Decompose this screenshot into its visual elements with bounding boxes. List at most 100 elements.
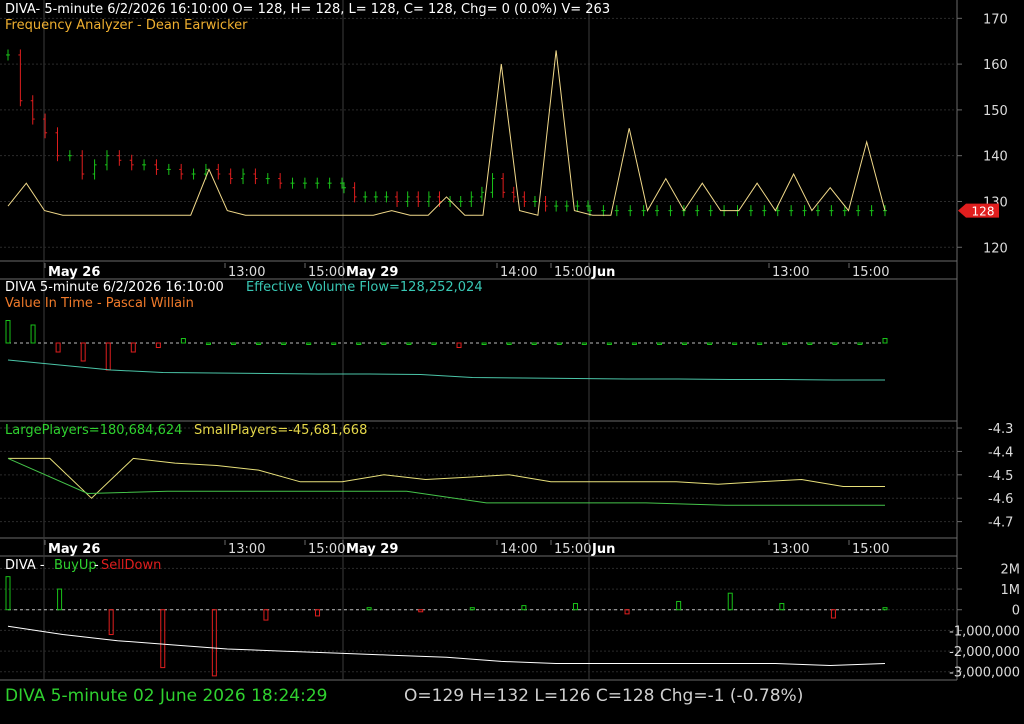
panel1-indicator: Frequency Analyzer - Dean Earwicker [5, 18, 248, 33]
vit-bar [581, 342, 587, 345]
vit-bar [281, 342, 287, 345]
buyup-bar [211, 609, 217, 677]
buyup-bar [727, 592, 733, 611]
date-axis-1-label: May 29 [346, 265, 398, 280]
vit-bar [105, 342, 111, 371]
chart-window: 120 130 140 150 160 170 128 May 26 13:00 15:00 May… [0, 0, 1024, 720]
vit-bar [631, 342, 637, 345]
price-axis-label: 170 [983, 12, 1008, 27]
vit-bar [180, 338, 186, 344]
vit-bar [80, 342, 86, 362]
vit-bar [732, 342, 738, 345]
evf-line [7, 359, 885, 381]
panel1-header: DIVA- 5-minute 6/2/2026 16:10:00 O= 128,… [5, 2, 611, 17]
selldown-label: SellDown [101, 558, 162, 573]
vit-bar [5, 320, 11, 344]
date-axis-2-label: May 29 [346, 542, 398, 557]
panel2-indicator: Value In Time - Pascal Willain [5, 296, 194, 311]
vit-bar [155, 342, 161, 348]
price-axis-label: 160 [983, 58, 1008, 73]
vit-bar [205, 342, 211, 345]
date-axis-2-label: 15:00 [554, 542, 591, 557]
buyup-axis-label: 2M [1001, 562, 1021, 577]
date-axis-2-label: 15:00 [308, 542, 345, 557]
panel4-symbol: DIVA - [5, 558, 45, 573]
vit-bar [55, 342, 61, 353]
buyup-line [7, 625, 886, 667]
vit-bar [707, 342, 713, 345]
buyup-bar [315, 609, 321, 617]
buyup-bar [418, 609, 424, 613]
vit-bar [807, 342, 813, 345]
date-axis-1-label: 15:00 [554, 265, 591, 280]
vit-bar [456, 342, 462, 348]
date-axis-1-label: 13:00 [228, 265, 265, 280]
vit-bar [506, 342, 512, 345]
buyup-bar [624, 609, 630, 615]
vit-bar [256, 342, 262, 345]
buyup-bar [572, 603, 578, 611]
buyup-axis-label: 1M [1001, 583, 1021, 598]
buyup-axis-label: -3,000,000 [949, 666, 1020, 681]
price-axis-label: 150 [983, 104, 1008, 119]
small-players-value: SmallPlayers=-45,681,668 [194, 423, 368, 438]
date-axis-2-label: 13:00 [772, 542, 809, 557]
date-axis-2-label: Jun [591, 542, 615, 557]
buyup-label: BuyUp [54, 558, 97, 573]
date-axis-2-label: May 26 [48, 542, 100, 557]
buyup-bar [57, 588, 63, 611]
vit-bar [782, 342, 788, 345]
buyup-axis-label: -2,000,000 [949, 645, 1020, 660]
date-axis-1-label: 14:00 [500, 265, 537, 280]
vit-bar [331, 342, 337, 345]
vit-bar [556, 342, 562, 345]
price-axis-label: 120 [983, 241, 1008, 256]
buyup-bar [521, 605, 527, 611]
players-axis-label: -4.7 [988, 516, 1013, 531]
vit-bar [481, 342, 487, 345]
date-axis-2-label: 14:00 [500, 542, 537, 557]
vit-bar [656, 342, 662, 345]
buyup-bar [676, 600, 682, 611]
buyup-axis-label: -1,000,000 [949, 624, 1020, 639]
date-axis-1-label: 13:00 [772, 265, 809, 280]
buyup-axis-label: 0 [1012, 604, 1020, 619]
vit-bar [606, 342, 612, 345]
players-axis-label: -4.4 [988, 445, 1013, 460]
frequency-analyzer-line [7, 50, 886, 216]
buyup-bar [830, 609, 836, 619]
date-axis-1-label: Jun [591, 265, 615, 280]
players-axis-label: -4.3 [988, 422, 1013, 437]
date-axis-1-label: 15:00 [852, 265, 889, 280]
buyup-bar [366, 607, 372, 611]
panel2-header: DIVA 5-minute 6/2/2026 16:10:00 [5, 280, 224, 295]
chart-canvas: 120130140150160170128May 26 13:00 15:00 May… [0, 0, 1021, 681]
large-players-value: LargePlayers=180,684,624 [5, 423, 183, 438]
vit-bar [431, 342, 437, 345]
price-axis-label: 140 [983, 150, 1008, 165]
vit-bar [381, 342, 387, 345]
price-marker-label: 128 [972, 205, 995, 219]
players-axis-label: -4.6 [988, 492, 1013, 507]
vit-bar [231, 342, 237, 345]
buyup-bar [160, 609, 166, 669]
vit-bar [406, 342, 412, 345]
vit-bar [30, 324, 36, 344]
vit-bar [682, 342, 688, 345]
date-axis-1-label: May 26 [48, 265, 100, 280]
vit-bar [130, 342, 136, 353]
vit-bar [832, 342, 838, 345]
footer-symbol-time: DIVA 5-minute 02 June 2026 18:24:29 [5, 686, 328, 706]
date-axis-2-label: 15:00 [852, 542, 889, 557]
vit-bar [531, 342, 537, 345]
buyup-separator: - [94, 558, 99, 573]
vit-bar [757, 342, 763, 345]
players-axis-label: -4.5 [988, 469, 1013, 484]
buyup-bar [779, 603, 785, 611]
buyup-bar [263, 609, 269, 621]
vit-bar [857, 342, 863, 345]
date-axis-2-label: 13:00 [228, 542, 265, 557]
buyup-bar [882, 607, 888, 611]
vit-bar [882, 338, 888, 344]
buyup-bar [469, 607, 475, 611]
